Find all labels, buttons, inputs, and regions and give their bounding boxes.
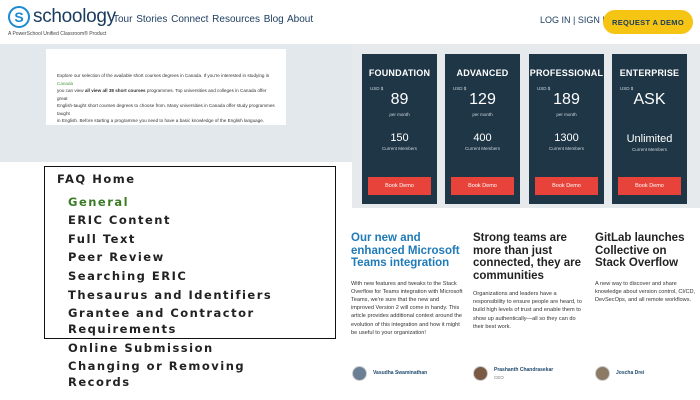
desc-line4: in English. Before starting a programme … (57, 118, 265, 123)
faq-link-eric-content[interactable]: ERIC Content (68, 213, 171, 227)
article-author[interactable]: Vasudha Swaminathan (352, 366, 427, 381)
plan-period: per month (556, 112, 577, 117)
plan-members-label: Current Members (548, 146, 584, 151)
plan-currency: USD $ (620, 86, 634, 91)
plan-members-label: Current Members (631, 147, 667, 152)
plan-card-foundation: FOUNDATION USD $ 89 per month 150 Curren… (362, 54, 437, 204)
article-title[interactable]: GitLab launches Collective on Stack Over… (595, 232, 697, 270)
canada-link[interactable]: Canada (57, 81, 73, 86)
avatar (473, 366, 488, 381)
plan-name: ADVANCED (456, 68, 509, 78)
faq-link-records[interactable]: Records (68, 375, 131, 389)
plan-currency: USD $ (370, 86, 384, 91)
site-header: S schoology A PowerSchool Unified Classr… (0, 0, 700, 44)
faq-link-grantee[interactable]: Grantee and Contractor (68, 306, 255, 320)
description-text: Explore our selection of the available s… (57, 72, 276, 125)
plan-members: 400 (473, 132, 492, 144)
logo-wordmark: schoology (33, 6, 116, 27)
faq-link-searching-eric[interactable]: Searching ERIC (68, 269, 187, 283)
plan-price: 129 (469, 91, 496, 108)
plan-card-professional: PROFESSIONAL USD $ 189 per month 1300 Cu… (529, 54, 604, 204)
desc-line1: Explore our selection of the available s… (57, 73, 270, 78)
faq-link-peer-review[interactable]: Peer Review (68, 250, 165, 264)
avatar (352, 366, 367, 381)
plan-name: ENTERPRISE (619, 68, 680, 78)
plan-price: 189 (553, 91, 580, 108)
author-name: Prashanth Chandrasekar (494, 367, 554, 373)
plan-period: per month (472, 112, 493, 117)
article-teams: Our new and enhanced Microsoft Teams int… (351, 232, 463, 337)
faq-home-heading[interactable]: FAQ Home (57, 172, 136, 186)
plan-period (612, 112, 687, 118)
faq-link-grantee-cont[interactable]: Requirements (68, 322, 177, 336)
faq-link-full-text[interactable]: Full Text (68, 232, 136, 246)
plan-name: FOUNDATION (368, 68, 431, 78)
plan-members: 1300 (554, 132, 579, 144)
book-demo-button[interactable]: Book Demo (451, 177, 514, 195)
plan-card-enterprise: ENTERPRISE USD $ ASK Unlimited Current M… (612, 54, 687, 204)
faq-link-online-submission[interactable]: Online Submission (68, 341, 214, 355)
article-body: A new way to discover and share knowledg… (595, 280, 696, 303)
article-title[interactable]: Strong teams are more than just connecte… (473, 232, 585, 282)
desc-line3: English-taught short courses degrees to … (57, 103, 275, 116)
author-name: Joscha Drei (616, 369, 645, 376)
article-gitlab: GitLab launches Collective on Stack Over… (595, 232, 697, 304)
request-demo-button[interactable]: REQUEST A DEMO (603, 10, 693, 34)
author-role: CEO (494, 375, 504, 380)
plan-members: Unlimited (626, 133, 673, 145)
article-author[interactable]: Prashanth Chandrasekar CEO (473, 366, 553, 381)
plan-period: per month (389, 112, 410, 117)
plan-price: ASK (633, 91, 666, 108)
faq-link-thesaurus[interactable]: Thesaurus and Identifiers (68, 288, 272, 302)
article-communities: Strong teams are more than just connecte… (473, 232, 585, 331)
book-demo-button[interactable]: Book Demo (618, 177, 681, 195)
article-body: With new features and tweaks to the Stac… (351, 280, 463, 336)
plan-card-advanced: ADVANCED USD $ 129 per month 400 Current… (445, 54, 520, 204)
plan-members-label: Current Members (464, 146, 500, 151)
plan-members-label: Current Members (381, 146, 417, 151)
schoology-logo[interactable]: S schoology (8, 6, 116, 28)
plan-currency: USD $ (453, 86, 467, 91)
logo-tagline: A PowerSchool Unified Classroom® Product (8, 31, 107, 37)
view-all-courses-link[interactable]: all view all 38 short courses (85, 88, 146, 93)
author-name: Vasudha Swaminathan (373, 369, 428, 376)
faq-link-changing[interactable]: Changing or Removing (68, 359, 245, 373)
article-body: Organizations and leaders have a respons… (473, 291, 582, 330)
article-author[interactable]: Joscha Drei (595, 366, 644, 381)
logo-mark-icon: S (8, 6, 30, 28)
plan-currency: USD $ (537, 86, 551, 91)
description-card: Explore our selection of the available s… (46, 49, 286, 125)
plan-name: PROFESSIONAL (529, 68, 604, 78)
avatar (595, 366, 610, 381)
plan-price: 89 (390, 91, 409, 108)
book-demo-button[interactable]: Book Demo (535, 177, 598, 195)
plan-members: 150 (390, 132, 409, 144)
article-title[interactable]: Our new and enhanced Microsoft Teams int… (351, 232, 463, 270)
book-demo-button[interactable]: Book Demo (368, 177, 431, 195)
main-nav[interactable]: Tour Stories Connect Resources Blog Abou… (113, 14, 313, 25)
faq-link-general[interactable]: General (68, 195, 129, 209)
desc-line2: you can view (57, 88, 85, 93)
